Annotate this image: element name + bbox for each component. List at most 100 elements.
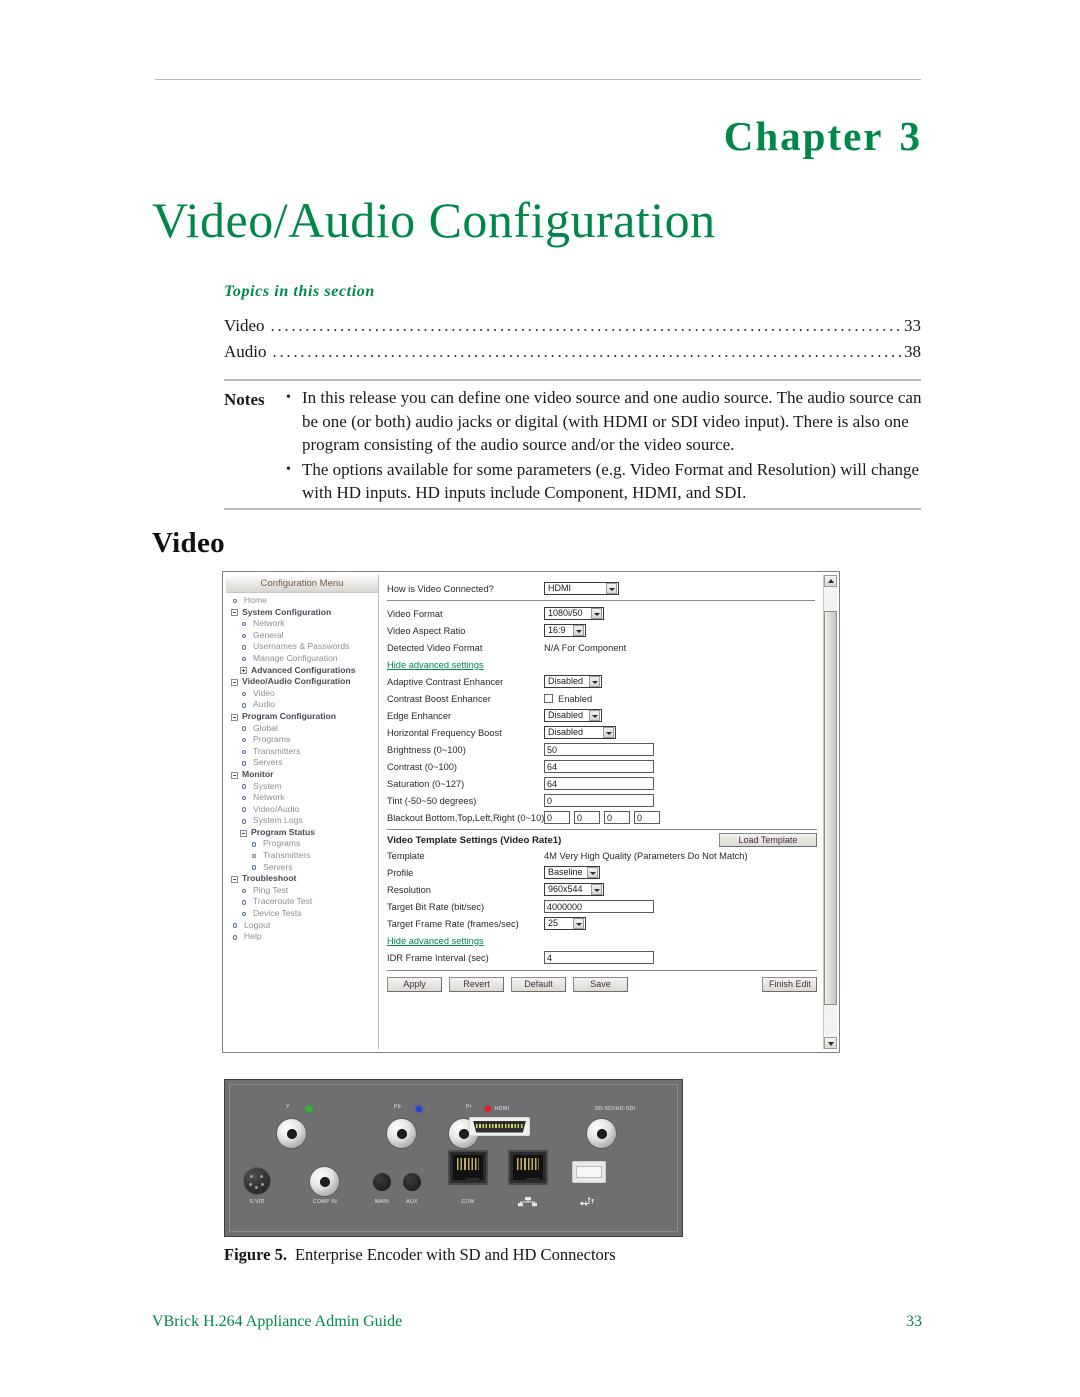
minus-box-icon[interactable] (231, 609, 238, 617)
dot-icon[interactable] (231, 921, 240, 930)
input-saturation[interactable] (544, 777, 654, 790)
dot-icon[interactable] (240, 701, 249, 710)
select-video-format[interactable]: 1080i/50 (544, 607, 604, 620)
dot-icon[interactable] (240, 909, 249, 918)
minus-box-icon[interactable] (240, 829, 247, 837)
dot-icon[interactable] (240, 724, 249, 733)
sidebar-item-system-logs[interactable]: System Logs (226, 815, 378, 827)
select-adaptive-contrast[interactable]: Disabled (544, 675, 602, 688)
sidebar-item-servers[interactable]: Servers (226, 757, 378, 769)
dot-icon[interactable] (240, 817, 249, 826)
minus-box-icon[interactable] (231, 771, 238, 779)
input-brightness[interactable] (544, 743, 654, 756)
scroll-track-upper[interactable] (824, 587, 837, 611)
dot-icon[interactable] (240, 886, 249, 895)
dot-icon[interactable] (240, 631, 249, 640)
select-target-frame-rate[interactable]: 25 (544, 917, 586, 930)
sidebar-item-program-configuration[interactable]: Program Configuration (226, 711, 378, 723)
input-blackout-left[interactable] (604, 811, 630, 824)
dot-icon[interactable] (240, 643, 249, 652)
sidebar-item-system-configuration[interactable]: System Configuration (226, 607, 378, 619)
toc-entry[interactable]: Audio...................................… (224, 339, 921, 365)
minus-box-icon[interactable] (231, 713, 238, 721)
sidebar-item-servers[interactable]: Servers (226, 862, 378, 874)
sidebar-item-programs[interactable]: Programs (226, 838, 378, 850)
sidebar-item-usernames-passwords[interactable]: Usernames & Passwords (226, 641, 378, 653)
sidebar-item-monitor[interactable]: Monitor (226, 769, 378, 781)
dot-icon[interactable] (240, 759, 249, 768)
label-contrast: Contrast (0~100) (387, 761, 458, 772)
sidebar-item-network[interactable]: Network (226, 618, 378, 630)
select-profile[interactable]: Baseline (544, 866, 600, 879)
input-blackout-bottom[interactable] (544, 811, 570, 824)
label-comp-in: COMP IN (312, 1199, 338, 1205)
input-tint[interactable] (544, 794, 654, 807)
hide-advanced-settings-link-2[interactable]: Hide advanced settings (387, 936, 484, 946)
revert-button[interactable]: Revert (449, 977, 504, 992)
sidebar-item-label: Program Status (251, 826, 315, 837)
dot-icon[interactable] (250, 851, 259, 860)
sidebar-item-system[interactable]: System (226, 781, 378, 793)
sidebar-item-transmitters[interactable]: Transmitters (226, 746, 378, 758)
sidebar-item-audio[interactable]: Audio (226, 699, 378, 711)
connector-s-video (244, 1168, 270, 1194)
dot-icon[interactable] (240, 747, 249, 756)
sidebar-item-video[interactable]: Video (226, 688, 378, 700)
load-template-button[interactable]: Load Template (719, 833, 817, 847)
select-video-connection[interactable]: HDMI (544, 582, 619, 595)
dot-icon[interactable] (240, 793, 249, 802)
sidebar-item-help[interactable]: Help (226, 931, 378, 943)
dot-icon[interactable] (250, 863, 259, 872)
scrollbar-thumb[interactable] (824, 611, 837, 1005)
sidebar-item-home[interactable]: Home (226, 595, 378, 607)
input-contrast[interactable] (544, 760, 654, 773)
sidebar-item-network[interactable]: Network (226, 792, 378, 804)
default-button[interactable]: Default (511, 977, 566, 992)
sidebar-item-program-status[interactable]: Program Status (226, 827, 378, 839)
sidebar-item-manage-configuration[interactable]: Manage Configuration (226, 653, 378, 665)
select-horizontal-freq-boost[interactable]: Disabled (544, 726, 616, 739)
sidebar-item-video-audio[interactable]: Video/Audio (226, 804, 378, 816)
dot-icon[interactable] (231, 596, 240, 605)
sidebar-item-transmitters[interactable]: Transmitters (226, 850, 378, 862)
dot-icon[interactable] (240, 782, 249, 791)
dot-icon[interactable] (240, 654, 249, 663)
input-blackout-top[interactable] (574, 811, 600, 824)
sidebar-item-traceroute-test[interactable]: Traceroute Test (226, 896, 378, 908)
dot-icon[interactable] (240, 805, 249, 814)
apply-button[interactable]: Apply (387, 977, 442, 992)
select-edge-enhancer[interactable]: Disabled (544, 709, 602, 722)
scroll-up-arrow-icon[interactable] (824, 575, 837, 587)
sidebar-item-advanced-configurations[interactable]: Advanced Configurations (226, 665, 378, 677)
save-button[interactable]: Save (573, 977, 628, 992)
sidebar-item-global[interactable]: Global (226, 723, 378, 735)
finish-edit-button[interactable]: Finish Edit (762, 977, 817, 992)
hide-advanced-settings-link-1[interactable]: Hide advanced settings (387, 660, 484, 670)
sidebar-item-ping-test[interactable]: Ping Test (226, 885, 378, 897)
toc-entry[interactable]: Video...................................… (224, 313, 921, 339)
sidebar-item-device-tests[interactable]: Device Tests (226, 908, 378, 920)
select-aspect-ratio[interactable]: 16:9 (544, 624, 586, 637)
select-resolution[interactable]: 960x544 (544, 883, 604, 896)
dot-icon[interactable] (240, 735, 249, 744)
dot-icon[interactable] (240, 689, 249, 698)
input-target-bit-rate[interactable] (544, 900, 654, 913)
input-blackout-right[interactable] (634, 811, 660, 824)
dot-icon[interactable] (240, 898, 249, 907)
minus-box-icon[interactable] (231, 678, 238, 686)
scroll-down-arrow-icon[interactable] (824, 1037, 837, 1049)
sidebar-item-troubleshoot[interactable]: Troubleshoot (226, 873, 378, 885)
plus-box-icon[interactable] (240, 667, 247, 675)
sidebar-item-logout[interactable]: Logout (226, 920, 378, 932)
dot-icon[interactable] (240, 619, 249, 628)
dot-icon[interactable] (250, 840, 259, 849)
minus-box-icon[interactable] (231, 876, 238, 884)
sidebar-item-video-audio-configuration[interactable]: Video/Audio Configuration (226, 676, 378, 688)
sidebar-item-programs[interactable]: Programs (226, 734, 378, 746)
scroll-track-lower[interactable] (824, 1005, 837, 1037)
dot-icon[interactable] (231, 933, 240, 942)
sidebar-item-general[interactable]: General (226, 630, 378, 642)
checkbox-contrast-boost[interactable]: Enabled (544, 694, 592, 704)
input-idr-interval[interactable] (544, 951, 654, 964)
vertical-scrollbar[interactable] (823, 575, 837, 1049)
